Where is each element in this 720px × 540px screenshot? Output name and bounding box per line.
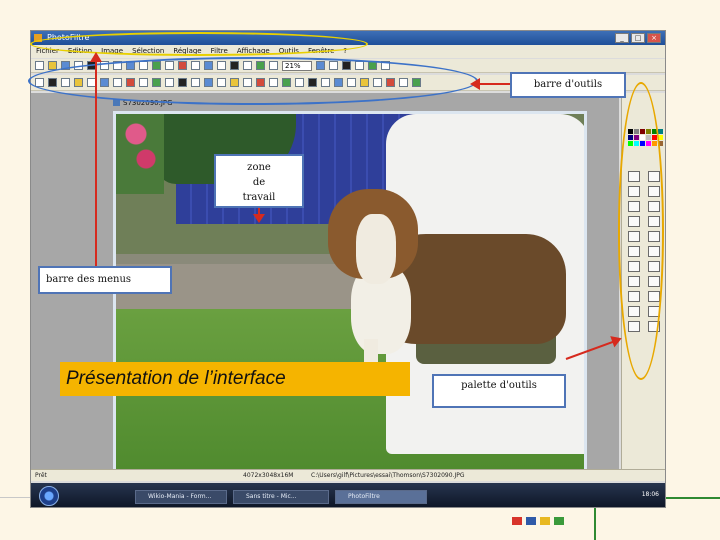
taskbar-clock: 18:06 (641, 491, 659, 498)
status-text: Prêt (35, 472, 47, 479)
swatch[interactable] (658, 129, 663, 134)
slide-color-squares (512, 517, 564, 525)
callout-zone-line1: zone (247, 162, 271, 173)
arrow-toolbar-head (470, 78, 480, 90)
slide-title: Présentation de l’interface (60, 362, 410, 396)
square-blue (526, 517, 536, 525)
maximize-button[interactable]: □ (631, 33, 645, 43)
taskbar-item-photofiltre[interactable]: PhotoFiltre (335, 490, 427, 504)
callout-zone-line2: de (252, 177, 266, 188)
menubar-highlight-ellipse (30, 32, 368, 56)
arrow-toolbar-line (478, 83, 510, 85)
statusbar: Prêt 4072x3048x16M C:\Users\gilf\Picture… (31, 469, 665, 481)
taskbar-item-document[interactable]: Sans titre - Mic... (233, 490, 329, 504)
start-button-icon[interactable] (39, 486, 59, 506)
photo-dog-face (356, 214, 396, 284)
callout-zone-line3: travail (242, 192, 276, 203)
palette-highlight-ellipse (618, 82, 664, 380)
square-red (512, 517, 522, 525)
status-image-size: 4072x3048x16M (243, 472, 294, 479)
arrow-zone-head (253, 214, 265, 223)
arrow-menus-head (90, 52, 102, 62)
square-green (554, 517, 564, 525)
windows-taskbar: Wikio-Mania - Form... Sans titre - Mic..… (31, 483, 665, 507)
minimize-button[interactable]: _ (615, 33, 629, 43)
image-canvas[interactable] (113, 111, 587, 473)
callout-palette-outils: palette d'outils (432, 374, 566, 408)
close-button[interactable]: × (647, 33, 661, 43)
callout-zone-travail: zone de travail (214, 154, 304, 208)
taskbar-item-browser[interactable]: Wikio-Mania - Form... (135, 490, 227, 504)
new-file-icon[interactable] (35, 61, 44, 70)
square-yellow (540, 517, 550, 525)
photo-flowers (116, 114, 164, 194)
callout-barre-menus: barre des menus (38, 266, 172, 294)
arrow-menus-line (95, 58, 97, 268)
window-controls: _ □ × (615, 33, 661, 43)
callout-barre-outils: barre d'outils (510, 72, 626, 98)
status-file-path: C:\Users\gilf\Pictures\essai\Thomson\S73… (311, 472, 465, 479)
